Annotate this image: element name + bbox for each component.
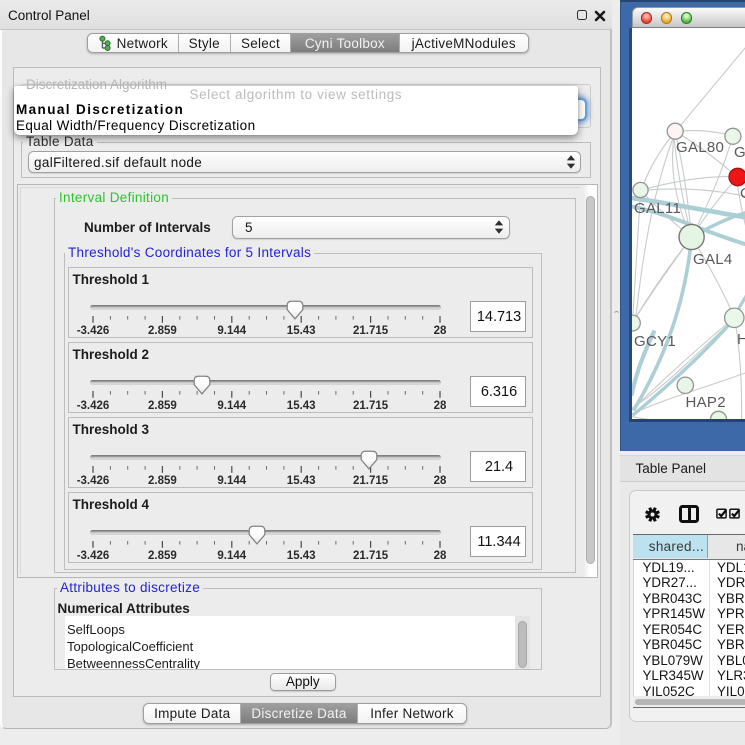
svg-text:HAP2: HAP2 bbox=[685, 394, 725, 411]
svg-text:GA: GA bbox=[734, 144, 745, 161]
svg-text:H: H bbox=[737, 331, 745, 348]
svg-text:GAL80: GAL80 bbox=[676, 139, 724, 156]
svg-text:GCY1: GCY1 bbox=[634, 333, 676, 350]
svg-text:GAL11: GAL11 bbox=[634, 200, 681, 217]
svg-text:GAL4: GAL4 bbox=[693, 251, 733, 268]
svg-text:C: C bbox=[740, 185, 745, 202]
